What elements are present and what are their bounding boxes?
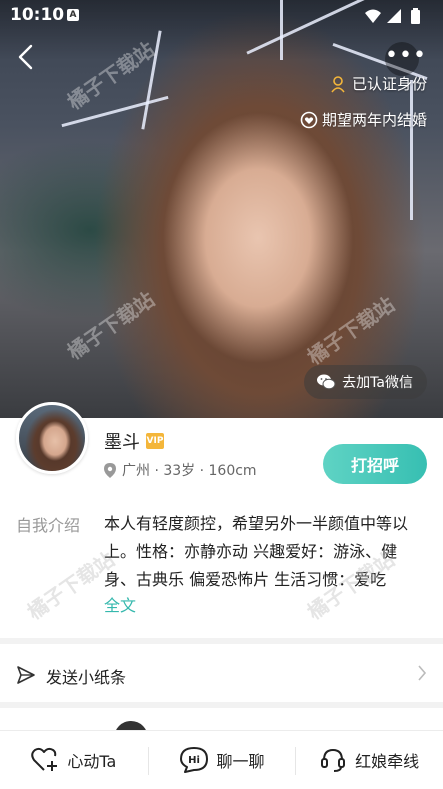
marriage-label: 期望两年内结婚 bbox=[321, 111, 427, 129]
matchmaker-label: 红娘牵线 bbox=[355, 752, 420, 771]
like-button[interactable]: 心动Ta bbox=[0, 731, 148, 789]
section-divider bbox=[0, 638, 443, 644]
read-more-link[interactable]: 全文 bbox=[104, 592, 136, 616]
profile-name-row: 墨斗 VIP bbox=[104, 428, 164, 454]
status-time: 10:10 bbox=[10, 5, 65, 25]
bottom-action-bar: 心动Ta Hi 聊一聊 红娘牵线 bbox=[0, 730, 443, 789]
chat-label: 聊一聊 bbox=[216, 752, 265, 771]
avatar[interactable] bbox=[16, 402, 88, 474]
wifi-icon bbox=[365, 9, 381, 23]
verified-label: 已认证身份 bbox=[351, 75, 427, 93]
chat-button[interactable]: Hi 聊一聊 bbox=[147, 731, 296, 789]
location-pin-icon bbox=[104, 462, 116, 478]
matchmaker-button[interactable]: 红娘牵线 bbox=[295, 731, 443, 789]
paper-plane-icon bbox=[17, 666, 35, 684]
profile-photo[interactable] bbox=[0, 0, 443, 418]
add-wechat-label: 去加Ta微信 bbox=[342, 375, 413, 391]
signal-icon bbox=[387, 9, 401, 23]
more-button[interactable]: ••• bbox=[385, 42, 426, 76]
headset-icon bbox=[321, 748, 346, 772]
status-icons bbox=[365, 8, 420, 24]
back-arrow-icon[interactable] bbox=[12, 42, 42, 72]
send-note-row[interactable]: 发送小纸条 bbox=[0, 646, 443, 702]
svg-text:Hi: Hi bbox=[188, 755, 200, 766]
vip-icon: VIP bbox=[146, 433, 164, 449]
person-icon bbox=[331, 75, 345, 93]
profile-name: 墨斗 bbox=[104, 432, 140, 453]
battery-icon bbox=[411, 8, 420, 24]
ring-heart-icon bbox=[300, 111, 318, 128]
neon-line bbox=[410, 80, 413, 220]
profile-card: 墨斗 VIP 广州 · 33岁 · 160cm 打招呼 自我介绍 本人有轻度颜控… bbox=[0, 402, 443, 640]
chat-hi-icon: Hi bbox=[179, 747, 208, 773]
verified-badge: 已认证身份 bbox=[330, 73, 427, 94]
add-wechat-button[interactable]: 去加Ta微信 bbox=[304, 365, 427, 399]
profile-meta: 广州 · 33岁 · 160cm bbox=[104, 460, 257, 480]
send-note-label: 发送小纸条 bbox=[46, 668, 127, 687]
like-label: 心动Ta bbox=[67, 752, 117, 771]
intro-label: 自我介绍 bbox=[16, 516, 81, 535]
notification-a-icon: A bbox=[67, 9, 79, 21]
profile-meta-text: 广州 · 33岁 · 160cm bbox=[122, 463, 257, 479]
marriage-badge: 期望两年内结婚 bbox=[300, 109, 427, 130]
heart-plus-icon bbox=[31, 747, 58, 771]
chevron-right-icon bbox=[418, 665, 427, 681]
section-divider bbox=[0, 702, 443, 708]
status-bar: 10:10 A bbox=[0, 0, 443, 32]
wechat-icon bbox=[317, 374, 336, 390]
greet-button[interactable]: 打招呼 bbox=[323, 444, 427, 484]
